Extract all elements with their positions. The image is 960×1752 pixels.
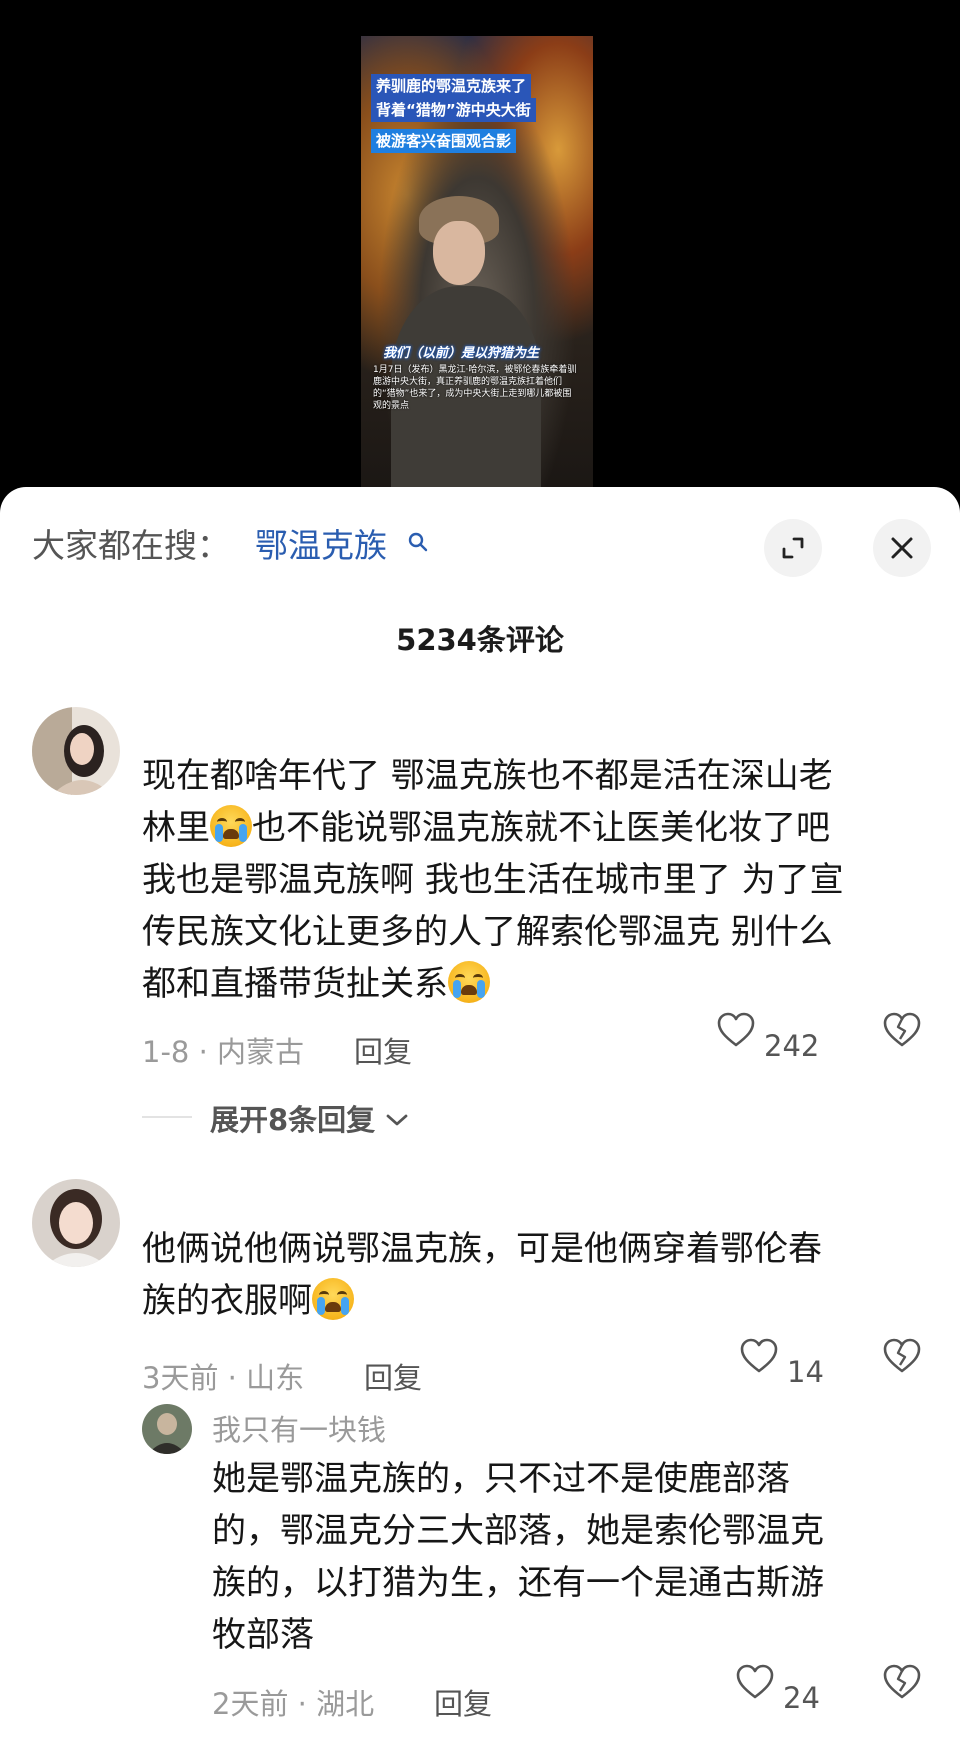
video-caption-body: 1月7日（发布）黑龙江·哈尔滨，被鄂伦春族牵着驯鹿游中央大街，真正养驯鹿的鄂温克… xyxy=(373,365,577,411)
comment-text-segment: 都和直播带货扯关系 xyxy=(142,964,448,1004)
avatar-image xyxy=(32,1179,120,1267)
reply-button[interactable]: 回复 xyxy=(364,1355,422,1397)
comment-text-line: 他俩说他俩说鄂温克族，可是他俩穿着鄂伦春 xyxy=(142,1229,822,1269)
comment-text-line: 我也是鄂温克族啊 我也生活在城市里了 为了宣 xyxy=(142,860,844,900)
avatar[interactable] xyxy=(32,1179,120,1267)
reply-text-line: 牧部落 xyxy=(212,1615,314,1655)
broken-heart-icon[interactable] xyxy=(882,1663,922,1701)
avatar[interactable] xyxy=(142,1404,192,1454)
reply-meta: 2天前 · 湖北 xyxy=(212,1687,375,1721)
heart-icon[interactable] xyxy=(716,1011,756,1049)
comment-text-line: 现在都啥年代了 鄂温克族也不都是活在深山老 xyxy=(142,756,833,796)
close-button[interactable] xyxy=(873,519,931,577)
comment-text-line: 都和直播带货扯关系 xyxy=(142,958,490,1010)
video-figure-head xyxy=(433,221,485,285)
avatar-image xyxy=(32,707,120,795)
heart-icon[interactable] xyxy=(735,1663,775,1701)
reply-text-line: 的，鄂温克分三大部落，她是索伦鄂温克 xyxy=(212,1511,824,1551)
reply-username[interactable]: 我只有一块钱 xyxy=(212,1407,386,1449)
divider xyxy=(142,1116,192,1118)
expand-sheet-button[interactable] xyxy=(764,519,822,577)
like-count: 24 xyxy=(783,1681,820,1715)
reply-text-line: 族的，以打猎为生，还有一个是通古斯游 xyxy=(212,1563,824,1603)
like-count: 242 xyxy=(764,1029,820,1063)
comment-sheet: 大家都在搜： 鄂温克族 5234条评论 现在都啥年代了 鄂温克族也不都是活在深山… xyxy=(0,487,960,1752)
video-title-line-2: 背着“猎物”游中央大街 xyxy=(371,98,536,122)
reply-text-line: 她是鄂温克族的，只不过不是使鹿部落 xyxy=(212,1459,790,1499)
video-caption-title: 我们（以前）是以狩猎为生 xyxy=(383,346,540,361)
comment-meta: 1-8 · 内蒙古 xyxy=(142,1035,305,1069)
expand-replies-button[interactable]: 展开8条回复 xyxy=(210,1097,409,1139)
crying-emoji-icon xyxy=(210,805,252,847)
comment-text-segment: 也不能说鄂温克族就不让医美化妆了吧 xyxy=(252,808,830,848)
comment-text-line: 林里 也不能说鄂温克族就不让医美化妆了吧 xyxy=(142,802,830,854)
video-frame[interactable]: 养驯鹿的鄂温克族来了 背着“猎物”游中央大街 被游客兴奋围观合影 我们（以前）是… xyxy=(361,36,593,490)
crying-emoji-icon xyxy=(448,961,490,1003)
comment-text-line: 传民族文化让更多的人了解索伦鄂温克 别什么 xyxy=(142,912,833,952)
comment-text-segment: 族的衣服啊 xyxy=(142,1281,312,1321)
expand-replies-label: 展开8条回复 xyxy=(210,1103,376,1137)
broken-heart-icon[interactable] xyxy=(882,1011,922,1049)
reply-button[interactable]: 回复 xyxy=(354,1029,412,1071)
laugh-cry-emoji-icon xyxy=(312,1278,354,1320)
trending-search-label: 大家都在搜： xyxy=(32,526,230,565)
video-title-line-3: 被游客兴奋围观合影 xyxy=(371,129,517,153)
like-count: 14 xyxy=(787,1355,824,1389)
chevron-down-icon xyxy=(386,1114,408,1126)
broken-heart-icon[interactable] xyxy=(882,1337,922,1375)
expand-icon xyxy=(782,537,804,559)
video-player[interactable]: 养驯鹿的鄂温克族来了 背着“猎物”游中央大街 被游客兴奋围观合影 我们（以前）是… xyxy=(0,0,960,490)
heart-icon[interactable] xyxy=(739,1337,779,1375)
trending-search-link[interactable]: 鄂温克族 xyxy=(255,525,387,567)
avatar-image xyxy=(142,1404,192,1454)
comment-text-segment: 林里 xyxy=(142,808,210,848)
avatar[interactable] xyxy=(32,707,120,795)
close-icon xyxy=(891,537,913,559)
comment-text-line: 族的衣服啊 xyxy=(142,1275,354,1327)
video-title-line-1: 养驯鹿的鄂温克族来了 xyxy=(371,74,532,98)
comment-count: 5234条评论 xyxy=(396,623,564,657)
search-icon[interactable] xyxy=(407,531,429,553)
reply-button[interactable]: 回复 xyxy=(434,1681,492,1723)
comment-meta: 3天前 · 山东 xyxy=(142,1361,305,1395)
